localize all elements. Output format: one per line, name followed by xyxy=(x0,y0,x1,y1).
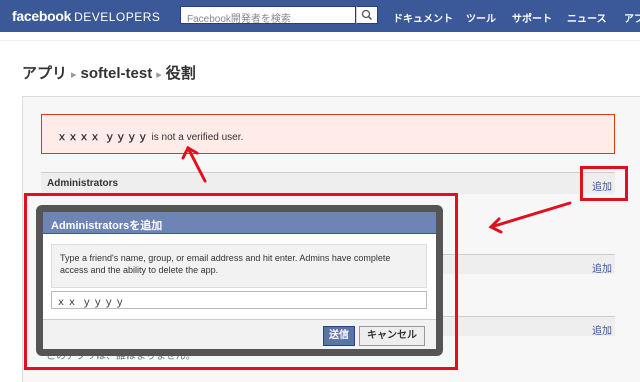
annotation-arrow-icon xyxy=(181,145,207,183)
annotation-arrow-icon xyxy=(488,201,572,234)
annotation-arrows xyxy=(181,145,572,234)
